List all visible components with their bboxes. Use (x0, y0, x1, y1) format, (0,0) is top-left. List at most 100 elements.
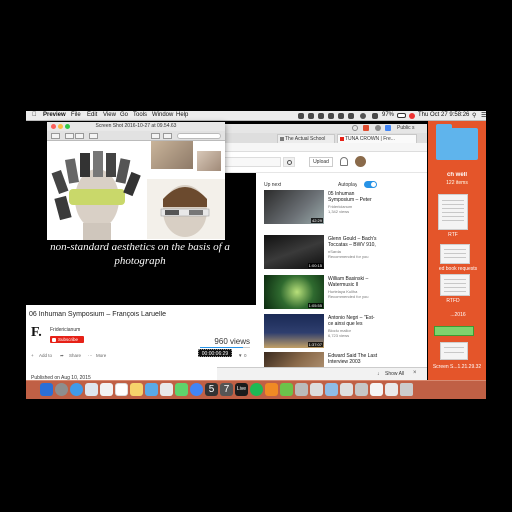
rec-title[interactable]: Glenn Gould – Bach's Toccatas – BWV 910, (328, 236, 378, 248)
app-icon[interactable] (280, 383, 293, 396)
extension-icon[interactable] (385, 125, 391, 131)
app-icon[interactable] (325, 383, 338, 396)
upload-button[interactable]: Upload (309, 157, 333, 167)
star-icon[interactable] (352, 125, 358, 131)
status-icon[interactable] (318, 113, 324, 119)
battery-icon[interactable] (397, 113, 406, 118)
menu-window[interactable]: Window (152, 112, 173, 118)
address-bar[interactable] (217, 143, 427, 152)
contacts-icon[interactable] (100, 383, 113, 396)
documents-stack-icon[interactable] (385, 383, 398, 396)
menu-app-name[interactable]: Preview (43, 112, 66, 118)
status-icon[interactable] (308, 113, 314, 119)
sidebar-toggle-icon[interactable] (51, 133, 60, 139)
app-icon[interactable] (434, 326, 474, 336)
share-button[interactable]: Share (69, 353, 81, 358)
document-icon[interactable] (440, 274, 470, 296)
download-icon[interactable]: ↓ (377, 371, 380, 377)
video-thumbnail[interactable]: 1:37:07 (264, 314, 324, 348)
live-icon[interactable]: Live (235, 383, 248, 396)
rec-title[interactable]: Antonio Negri – "Est-ce ainsi que les (328, 315, 378, 327)
autoplay-toggle[interactable] (364, 181, 377, 188)
video-thumbnail[interactable]: 42:29 (264, 190, 324, 224)
app-icon[interactable] (310, 383, 323, 396)
preview-app-icon[interactable] (340, 383, 353, 396)
trash-icon[interactable] (400, 383, 413, 396)
add-to-button[interactable]: Add to (39, 353, 52, 358)
share-icon[interactable] (89, 133, 98, 139)
markup-icon[interactable] (151, 133, 160, 139)
calendar-icon[interactable] (115, 383, 128, 396)
rec-title[interactable]: 05 Inhuman Symposium – Peter (328, 191, 378, 203)
status-icon[interactable] (348, 113, 354, 119)
more-button[interactable]: More (96, 353, 106, 358)
rec-title[interactable]: William Basinski – Watermusic II (328, 276, 378, 288)
safari-icon[interactable] (70, 383, 83, 396)
app-7-icon[interactable]: 7 (220, 383, 233, 396)
close-icon[interactable]: × (413, 370, 417, 376)
search-input[interactable] (221, 157, 281, 167)
document-icon[interactable] (438, 194, 468, 230)
avatar[interactable] (355, 156, 366, 167)
photos-icon[interactable] (160, 383, 173, 396)
downloads-stack-icon[interactable] (370, 383, 383, 396)
status-icon[interactable] (298, 113, 304, 119)
notes-icon[interactable] (130, 383, 143, 396)
apple-icon[interactable]:  (32, 112, 37, 118)
menu-clock[interactable]: Thu Oct 27 9:58:26 (418, 112, 469, 118)
menu-tools[interactable]: Tools (133, 112, 147, 118)
tab-actual-school[interactable]: The Actual School (277, 134, 335, 143)
menu-help[interactable]: Help (176, 112, 188, 118)
app-icon[interactable] (295, 383, 308, 396)
volume-icon[interactable] (372, 113, 378, 119)
video-thumbnail[interactable]: 1:05:55 (264, 275, 324, 309)
menu-view[interactable]: View (103, 112, 116, 118)
document-icon[interactable] (440, 244, 470, 264)
file-label[interactable]: ed book requests (430, 266, 486, 272)
app-5-icon[interactable]: 5 (205, 383, 218, 396)
search-input[interactable] (177, 133, 221, 139)
wifi-icon[interactable] (360, 113, 366, 119)
more-icon[interactable]: ⋯ (88, 353, 93, 359)
zoom-in-icon[interactable] (75, 133, 84, 139)
battery-percent[interactable]: 97% (382, 112, 394, 118)
messages-icon[interactable] (175, 383, 188, 396)
app-icon[interactable] (355, 383, 368, 396)
dislike-icon[interactable]: ▼ (238, 353, 242, 358)
notification-icon[interactable]: ☰ (481, 112, 486, 119)
channel-logo[interactable]: F. (31, 326, 45, 340)
search-icon[interactable]: ⚲ (472, 112, 476, 119)
tab-tuna-crown[interactable]: TUNA CROWN | Fre... (337, 134, 417, 143)
image-icon[interactable] (440, 342, 468, 360)
status-icon[interactable] (328, 113, 334, 119)
app-icon[interactable] (265, 383, 278, 396)
search-button[interactable] (283, 157, 295, 167)
menu-file[interactable]: File (71, 112, 81, 118)
file-label[interactable]: RTF (438, 232, 468, 238)
file-label[interactable]: ...2016 (432, 312, 484, 318)
finder-icon[interactable] (40, 383, 53, 396)
spotify-icon[interactable] (250, 383, 263, 396)
flag-icon[interactable] (409, 113, 415, 119)
chrome-icon[interactable] (190, 383, 203, 396)
menu-edit[interactable]: Edit (87, 112, 97, 118)
share-icon[interactable]: ➦ (60, 353, 64, 359)
close-window-icon[interactable] (51, 124, 56, 129)
extension-icon[interactable] (363, 125, 369, 131)
zoom-window-icon[interactable] (65, 124, 70, 129)
menu-go[interactable]: Go (120, 112, 128, 118)
add-to-icon[interactable]: + (31, 353, 34, 358)
file-label[interactable]: Screen S...1.21.29.32 (428, 364, 486, 370)
file-label[interactable]: RTFD (438, 298, 468, 304)
launchpad-icon[interactable] (55, 383, 68, 396)
rotate-icon[interactable] (163, 133, 172, 139)
status-icon[interactable] (338, 113, 344, 119)
bell-icon[interactable] (340, 157, 348, 166)
zoom-out-icon[interactable] (65, 133, 74, 139)
mail-icon[interactable] (85, 383, 98, 396)
show-all-button[interactable]: Show All (385, 371, 404, 377)
video-thumbnail[interactable]: 1:00:15 (264, 235, 324, 269)
subscribe-button[interactable]: Subscribe (50, 336, 84, 343)
extension-icon[interactable] (375, 125, 381, 131)
channel-name[interactable]: Fridericianum (50, 327, 80, 333)
